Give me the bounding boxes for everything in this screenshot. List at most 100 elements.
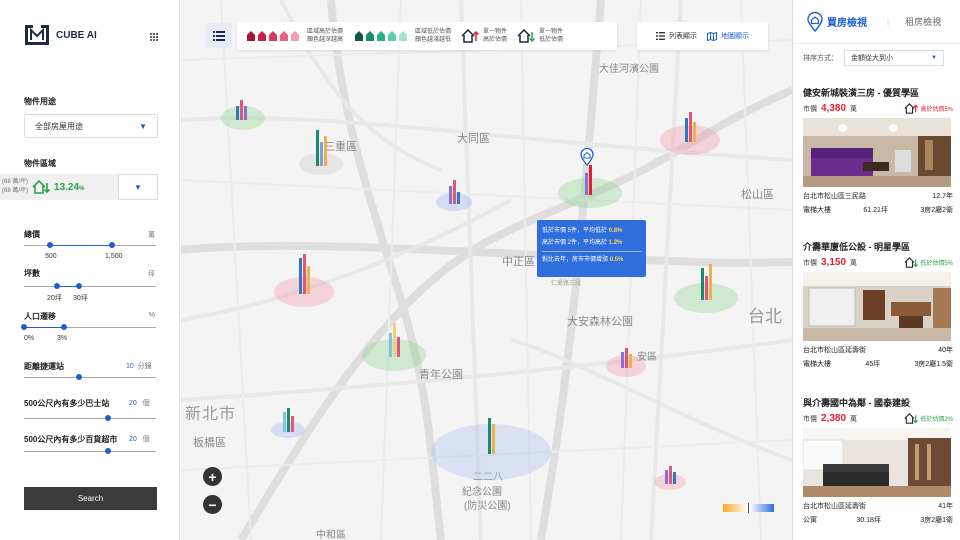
- listing-type: 公寓: [803, 517, 817, 524]
- listing-title[interactable]: 健安新城裝潢三房 - 優質學區: [803, 86, 953, 99]
- bus-stop-slider[interactable]: [24, 415, 156, 421]
- map-canvas[interactable]: 大佳河濱公園 三重區 大同區 松山區 中正區 大安森林公園 台北 新北市 青年公…: [181, 0, 792, 540]
- region-select[interactable]: (68 萬/坪) (68 萬/坪) 13.24% ▼: [0, 174, 158, 200]
- map-label: 中正區: [502, 256, 535, 268]
- legend-item-high-text: 單一物件 高於估價: [483, 28, 507, 44]
- listing-layout: 3房2廳2衛: [920, 207, 953, 214]
- legend-low-text-1: 區域低於估價: [415, 29, 452, 35]
- map-label: 大佳河濱公園: [599, 64, 659, 75]
- red-house-scale-icon: [247, 31, 299, 41]
- valuation-badge-text: 低於估價5%: [920, 261, 953, 267]
- bus-stop-label: 500公尺內有多少巴士站: [24, 399, 110, 408]
- region-tooltip: 低於市價 5件，平均低於 0.8% 高於市價 2件，平均高於 1.2% 對比去年…: [537, 220, 646, 277]
- price-bar: [491, 424, 495, 454]
- price-bar: [315, 130, 319, 166]
- price-bar: [239, 100, 243, 120]
- map-view-label: 地圖顯示: [721, 33, 749, 40]
- listing-area: 30.18坪: [856, 517, 881, 524]
- bus-stop-handle[interactable]: [105, 415, 112, 421]
- area-min-value: 20坪: [47, 295, 62, 302]
- price-unit: 萬: [850, 105, 858, 113]
- listing-price-row: 市價 4,380 萬 高於估價5%: [803, 103, 953, 114]
- listing-address: 台北市松山區三民路: [803, 193, 866, 200]
- mrt-distance-readout: 10 分鐘: [126, 361, 152, 371]
- usage-select[interactable]: 全部房屋用途 ▼: [24, 114, 158, 138]
- house-down-icon: [517, 29, 536, 43]
- store-count-value: 20: [129, 436, 137, 443]
- valuation-badge-text: 低於估價2%: [920, 417, 953, 423]
- listing-age: 12.7年: [932, 193, 953, 200]
- price-bar: [588, 165, 592, 195]
- total-max-handle[interactable]: [109, 242, 116, 248]
- mrt-distance-label: 距離捷運站: [24, 362, 64, 371]
- legend-item-low-text-2: 低於估價: [539, 37, 564, 43]
- list-view-label: 列表顯示: [669, 33, 697, 40]
- region-dropdown-button[interactable]: ▼: [118, 174, 158, 200]
- area-slider[interactable]: [24, 283, 156, 289]
- listing-card[interactable]: 介壽華廈低公設 - 明星學區 市價 3,150 萬 低於估價5% 台北市松山區延壽街 40年…: [803, 240, 953, 369]
- area-min-handle[interactable]: [54, 283, 60, 289]
- store-count-unit: 個: [142, 436, 150, 443]
- listing-photo[interactable]: [803, 428, 951, 497]
- listing-area: 61.21坪: [863, 207, 888, 214]
- population-max-handle[interactable]: [60, 324, 67, 330]
- apps-grid-icon[interactable]: [150, 33, 158, 41]
- menu-button[interactable]: [205, 23, 232, 48]
- price-label: 市價: [803, 259, 817, 267]
- total-min-handle[interactable]: [47, 242, 54, 248]
- search-button[interactable]: Search: [24, 487, 157, 510]
- price-bar: [396, 337, 400, 357]
- price-bar: [628, 354, 632, 368]
- region-price-note-1: (68 萬/坪): [2, 179, 29, 185]
- listing-type: 電梯大樓: [803, 361, 831, 368]
- house-down-icon: [904, 257, 919, 268]
- map-label: 松山區: [741, 189, 774, 201]
- price-label: 市價: [803, 105, 817, 113]
- listing-photo[interactable]: [803, 118, 951, 187]
- listing-card[interactable]: 健安新城裝潢三房 - 優質學區 市價 4,380 萬 高於估價5% 台北市松山區三民路 12…: [803, 86, 953, 215]
- location-pin-icon[interactable]: [580, 148, 594, 166]
- legend-item-low: 單一物件 低於估價: [517, 28, 563, 44]
- area-max-handle[interactable]: [76, 283, 83, 289]
- listing-type: 電梯大樓: [803, 207, 831, 214]
- map-label: 三重區: [324, 141, 357, 153]
- price-bar: [584, 173, 588, 195]
- map-label: 大同區: [457, 133, 490, 145]
- green-house-scale-icon: [355, 31, 408, 41]
- listing-card[interactable]: 與介壽國中為鄰 - 國泰建設 市價 2,380 萬 低於估價2% 台北市松山區延壽街 41年…: [803, 396, 953, 525]
- sort-select-value: 金額從大到小: [851, 55, 893, 62]
- population-slider[interactable]: [21, 324, 156, 330]
- price-bar: [688, 112, 692, 142]
- listing-title[interactable]: 介壽華廈低公設 - 明星學區: [803, 240, 953, 253]
- map-view-button[interactable]: 地圖顯示: [707, 31, 749, 41]
- listing-photo[interactable]: [803, 272, 951, 341]
- population-unit: %: [148, 312, 155, 319]
- tooltip-line-high: 高於市價 2件，平均高於 1.2%: [542, 237, 641, 249]
- store-count-handle[interactable]: [105, 448, 112, 454]
- zoom-out-button[interactable]: −: [203, 495, 222, 514]
- store-count-slider[interactable]: [24, 448, 156, 454]
- house-pin-icon: [807, 11, 823, 32]
- population-min-handle[interactable]: [21, 324, 27, 330]
- legend-high-text: 區域高於估價 顏色越深越高: [307, 28, 343, 44]
- price-unit: 萬: [850, 259, 858, 267]
- mrt-distance-slider[interactable]: [24, 374, 156, 380]
- tooltip-line-low: 低於市價 5件，平均低於 0.8%: [542, 225, 641, 237]
- listing-meta-row-2: 電梯大樓 61.21坪 3房2廳2衛: [803, 205, 953, 215]
- list-view-button[interactable]: 列表顯示: [656, 31, 697, 41]
- price-bar: [700, 268, 704, 300]
- listing-meta-row-1: 台北市松山區三民路 12.7年: [803, 191, 953, 201]
- tab-rent[interactable]: 租房檢視: [905, 15, 941, 28]
- tooltip-yoy-pct: 0.5%: [609, 257, 624, 263]
- listing-title[interactable]: 與介壽國中為鄰 - 國泰建設: [803, 396, 953, 409]
- legend-low-region: 區域低於估價 顏色越淺越低: [353, 28, 451, 44]
- total-price-slider[interactable]: [24, 242, 156, 248]
- region-summary: (68 萬/坪) (68 萬/坪) 13.24%: [0, 174, 118, 200]
- tab-buy[interactable]: 買房檢視: [807, 11, 867, 32]
- usage-label: 物件用途: [24, 97, 56, 106]
- zoom-in-button[interactable]: +: [203, 467, 222, 486]
- sort-select[interactable]: 金額從大到小 ▼: [844, 50, 944, 66]
- price-bar: [692, 122, 696, 142]
- total-max-value: 1,500: [105, 253, 123, 260]
- mrt-distance-handle[interactable]: [76, 374, 83, 380]
